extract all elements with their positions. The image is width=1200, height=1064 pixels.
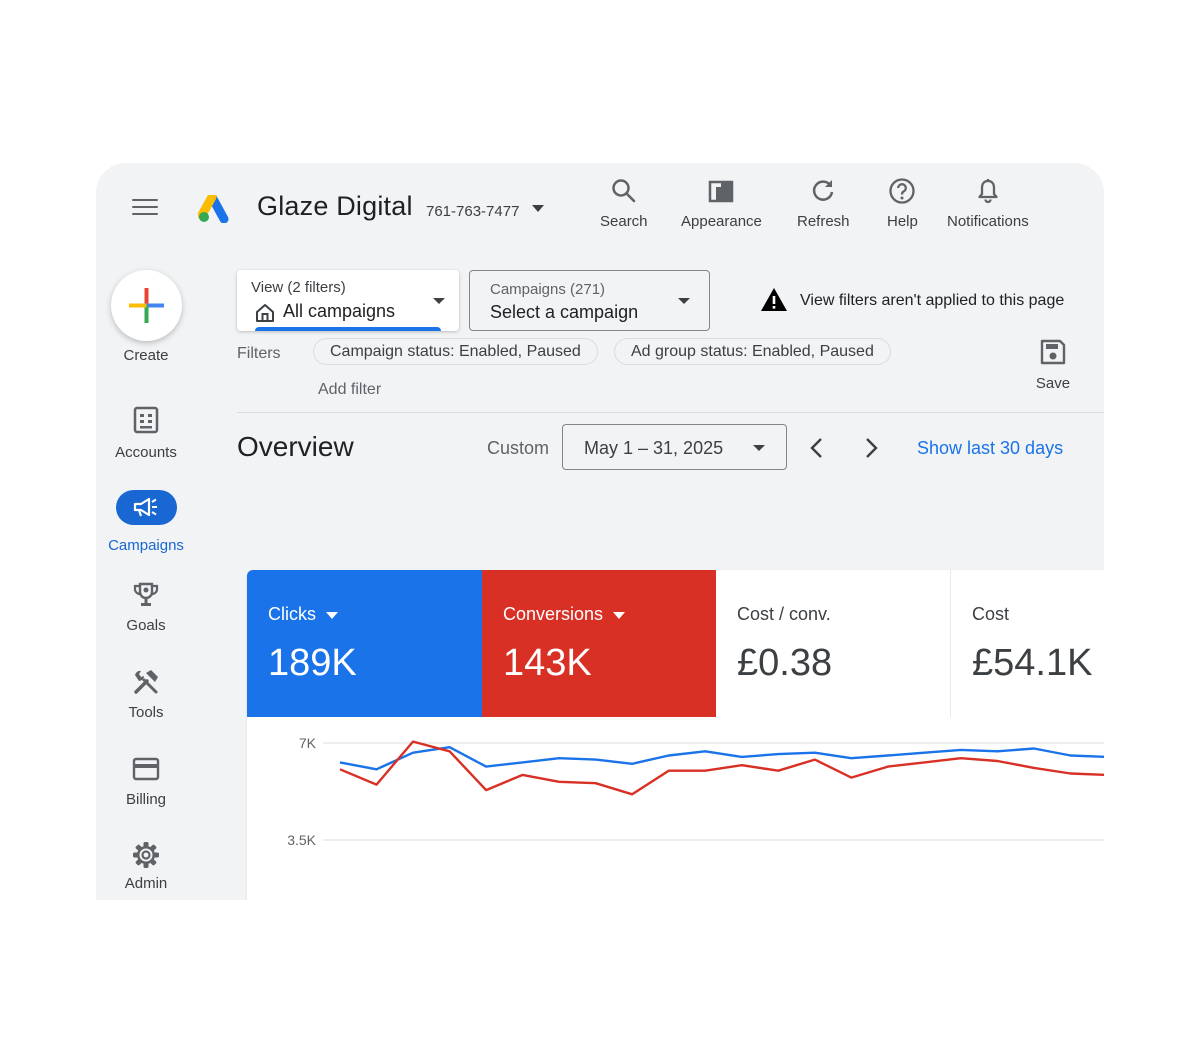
- view-caption: View (2 filters): [251, 279, 346, 296]
- metric-value: 143K: [503, 642, 592, 684]
- metric-value: 189K: [268, 642, 357, 684]
- plus-icon: [129, 288, 164, 323]
- sidebar-item-accounts[interactable]: Accounts: [96, 406, 196, 461]
- chevron-down-icon: [433, 298, 445, 304]
- campaign-value: Select a campaign: [490, 302, 639, 322]
- add-filter-button[interactable]: Add filter: [318, 381, 381, 399]
- campaign-selector[interactable]: Campaigns (271) Select a campaign: [469, 270, 710, 331]
- save-icon: [1040, 339, 1066, 365]
- sidebar-item-label: Admin: [124, 875, 168, 892]
- notifications-label: Notifications: [947, 213, 1029, 230]
- metric-tile-conversions[interactable]: Conversions 143K: [482, 570, 716, 717]
- metric-label: Cost / conv.: [737, 604, 831, 624]
- appearance-icon: [709, 180, 734, 203]
- account-id[interactable]: 761-763-7477: [426, 203, 519, 220]
- help-button[interactable]: Help: [887, 177, 918, 230]
- filter-chip-campaign-status[interactable]: Campaign status: Enabled, Paused: [313, 338, 598, 365]
- date-range-picker[interactable]: May 1 – 31, 2025: [562, 424, 787, 470]
- create-label: Create: [123, 347, 169, 364]
- refresh-button[interactable]: Refresh: [797, 177, 850, 230]
- chevron-down-icon: [326, 611, 338, 619]
- refresh-label: Refresh: [797, 213, 850, 230]
- save-view-button[interactable]: Save: [1028, 339, 1078, 392]
- sidebar-item-label: Campaigns: [108, 537, 184, 554]
- credit-card-icon: [132, 757, 160, 781]
- accounts-icon: [133, 406, 159, 434]
- y-tick-label: 3.5K: [287, 832, 316, 848]
- page-title: Overview: [237, 431, 354, 462]
- filters-label: Filters: [237, 345, 281, 362]
- sidebar-item-label: Accounts: [115, 444, 177, 461]
- trophy-icon: [133, 582, 159, 606]
- active-indicator: [255, 327, 441, 331]
- range-type-label: Custom: [487, 438, 550, 458]
- appearance-button[interactable]: Appearance: [681, 177, 762, 230]
- sidebar-item-tools[interactable]: Tools: [96, 668, 196, 721]
- create-button[interactable]: [111, 270, 182, 341]
- metric-value: £54.1K: [972, 642, 1093, 684]
- account-name[interactable]: Glaze Digital: [257, 191, 413, 222]
- notifications-button[interactable]: Notifications: [947, 177, 1029, 230]
- performance-line-chart: 7K 3.5K: [287, 735, 1104, 848]
- next-period-button[interactable]: [863, 437, 879, 459]
- megaphone-icon: [133, 497, 157, 516]
- campaign-caption: Campaigns (271): [490, 281, 606, 298]
- tools-icon: [134, 670, 158, 694]
- chevron-down-icon: [613, 611, 626, 619]
- bell-icon: [978, 179, 998, 204]
- sidebar-item-goals[interactable]: Goals: [96, 581, 196, 634]
- home-icon: [256, 304, 274, 322]
- metric-label: Clicks: [268, 604, 316, 624]
- y-tick-label: 7K: [299, 735, 317, 751]
- chevron-down-icon: [753, 445, 765, 451]
- metric-value: £0.38: [737, 642, 833, 684]
- sidebar-item-label: Tools: [128, 704, 164, 721]
- google-ads-logo: [198, 195, 229, 223]
- date-range-value: May 1 – 31, 2025: [584, 438, 724, 458]
- sidebar-item-campaigns[interactable]: Campaigns: [96, 490, 196, 554]
- metric-label: Conversions: [503, 604, 604, 624]
- search-icon: [612, 179, 636, 203]
- help-icon: [889, 178, 916, 204]
- filter-chip-ad-group-status[interactable]: Ad group status: Enabled, Paused: [614, 338, 891, 365]
- sidebar-item-label: Goals: [126, 617, 166, 634]
- search-label: Search: [600, 213, 648, 230]
- metric-label: Cost: [972, 604, 1010, 624]
- warning-icon: [761, 288, 787, 311]
- show-last-30-days-link[interactable]: Show last 30 days: [917, 438, 1063, 459]
- appearance-label: Appearance: [681, 213, 762, 230]
- save-label: Save: [1035, 375, 1071, 392]
- metric-tile-clicks[interactable]: Clicks 189K: [247, 570, 482, 717]
- view-selector[interactable]: View (2 filters) All campaigns: [237, 270, 459, 331]
- metric-tile-cost[interactable]: Cost £54.1K: [951, 570, 1104, 717]
- sidebar-item-billing[interactable]: Billing: [96, 756, 196, 808]
- warning-text: View filters aren't applied to this page: [800, 292, 1065, 309]
- active-pill: [115, 490, 177, 525]
- previous-period-button[interactable]: [809, 437, 825, 459]
- sidebar-item-admin[interactable]: Admin: [96, 841, 196, 892]
- account-dropdown-caret[interactable]: [532, 205, 544, 212]
- main-menu-button[interactable]: [132, 199, 158, 219]
- view-value: All campaigns: [283, 301, 396, 321]
- metric-tile-cost-per-conv[interactable]: Cost / conv. £0.38: [716, 570, 950, 717]
- search-button[interactable]: Search: [600, 177, 648, 230]
- divider: [237, 412, 1104, 413]
- chevron-down-icon: [678, 298, 690, 304]
- refresh-icon: [813, 180, 834, 201]
- gear-icon: [133, 842, 159, 868]
- app-window: Glaze Digital 761-763-7477 Search Appear…: [96, 163, 1104, 900]
- help-label: Help: [887, 213, 918, 230]
- overview-chart-card: Clicks 189K Conversions 143K Cost / conv…: [247, 570, 1104, 900]
- sidebar-item-label: Billing: [125, 791, 167, 808]
